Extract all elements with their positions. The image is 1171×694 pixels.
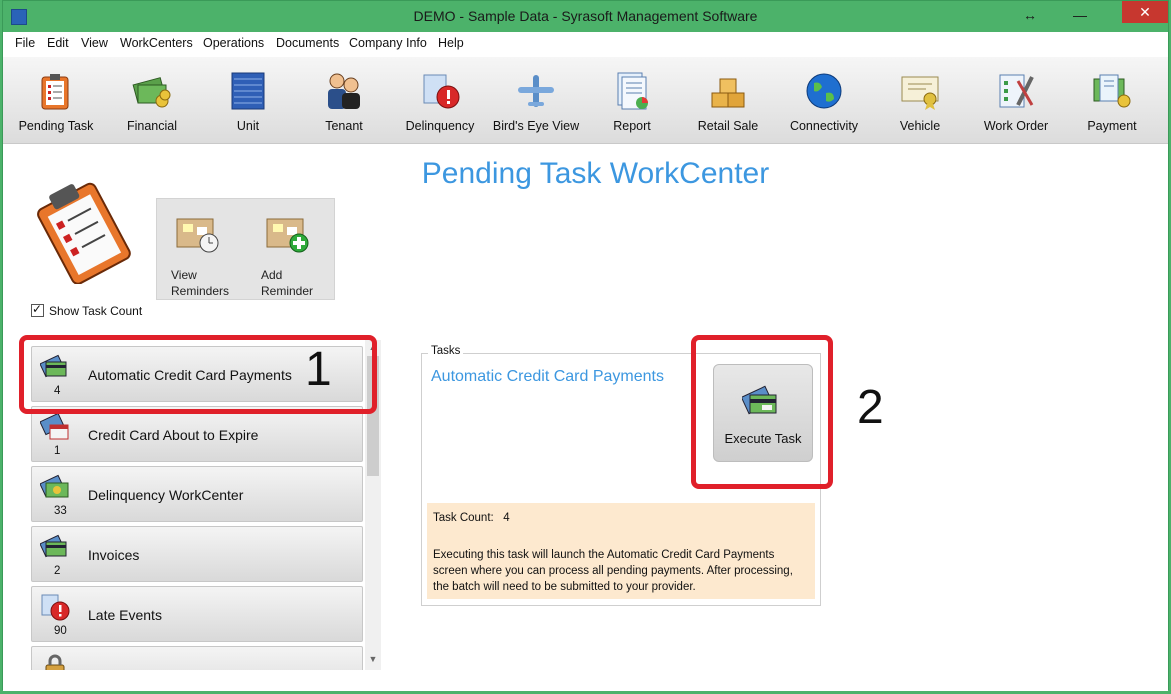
workcenter-toolbar: Pending Task Financial Unit Tenant Delin…: [3, 57, 1168, 144]
workcenter-content: Pending Task WorkCenter View Reminders A…: [3, 144, 1168, 691]
callout-highlight-2: [691, 335, 833, 489]
menu-bar: File Edit View WorkCenters Operations Do…: [3, 32, 1168, 54]
toolbar-pending-task[interactable]: Pending Task: [9, 57, 103, 143]
menu-workcenters[interactable]: WorkCenters: [120, 36, 193, 50]
toolbar-label: Unit: [236, 119, 260, 133]
toolbar-connectivity[interactable]: Connectivity: [777, 57, 871, 143]
restore-button[interactable]: ↔: [1012, 1, 1048, 32]
toolbar-label: Connectivity: [789, 119, 859, 133]
task-label: Invoices: [88, 547, 140, 563]
toolbar-label: Financial: [126, 119, 178, 133]
tasks-group-label: Tasks: [428, 345, 464, 357]
lock-icon: [45, 654, 65, 670]
task-item-late-events[interactable]: Late Events 90: [31, 586, 363, 642]
selected-task-name: Automatic Credit Card Payments: [431, 368, 664, 385]
toolbar-label: Delinquency: [405, 119, 475, 133]
task-item-credit-card-about-to-expire[interactable]: Credit Card About to Expire 1: [31, 406, 363, 462]
task-count: 90: [54, 625, 67, 637]
late-warning-icon: [41, 594, 70, 621]
toolbar-label: Retail Sale: [697, 119, 759, 133]
scroll-down-icon[interactable]: ▼: [365, 654, 381, 664]
money-cards-icon: [40, 474, 69, 498]
plane-icon: [518, 75, 554, 107]
task-info-panel: Task Count: 4 Executing this task will l…: [427, 503, 815, 599]
toolbar-tenant[interactable]: Tenant: [297, 57, 391, 143]
page-title: Pending Task WorkCenter: [421, 157, 770, 190]
toolbar-label: Vehicle: [899, 119, 941, 133]
toolbar-label: Bird's Eye View: [492, 119, 580, 133]
certificate-icon: [901, 76, 939, 110]
toolbar-financial[interactable]: Financial: [105, 57, 199, 143]
menu-company-info[interactable]: Company Info: [349, 36, 427, 50]
toolbar-label: Pending Task: [18, 119, 94, 133]
menu-edit[interactable]: Edit: [47, 36, 69, 50]
tools-icon: [999, 74, 1034, 108]
task-item-delinquency-workcenter[interactable]: Delinquency WorkCenter 33: [31, 466, 363, 522]
task-label: Credit Card About to Expire: [88, 427, 259, 443]
view-reminders-label: View Reminders: [171, 268, 230, 298]
menu-file[interactable]: File: [15, 36, 35, 50]
money-icon: [132, 77, 171, 108]
reminder-add-icon: [266, 218, 309, 253]
reminder-clock-icon: [176, 218, 219, 253]
minimize-button[interactable]: —: [1062, 1, 1098, 32]
toolbar-label: Report: [613, 119, 651, 133]
task-item-partial[interactable]: [31, 646, 363, 670]
toolbar-birds-eye-view[interactable]: Bird's Eye View: [489, 57, 583, 143]
app-window: DEMO - Sample Data - Syrasoft Management…: [2, 0, 1169, 691]
clipboard-icon: [41, 74, 69, 110]
task-item-invoices[interactable]: Invoices 2: [31, 526, 363, 582]
calendar-cards-icon: [40, 413, 69, 440]
view-reminders-button[interactable]: View Reminders: [161, 207, 241, 298]
toolbar-payment[interactable]: Payment: [1065, 57, 1159, 143]
close-button[interactable]: ✕: [1122, 1, 1168, 23]
toolbar-label: Work Order: [983, 119, 1049, 133]
people-icon: [328, 73, 360, 109]
toolbar-delinquency[interactable]: Delinquency: [393, 57, 487, 143]
toolbar-vehicle[interactable]: Vehicle: [873, 57, 967, 143]
payment-icon: [1093, 74, 1131, 108]
menu-operations[interactable]: Operations: [203, 36, 264, 50]
task-count: 2: [54, 565, 61, 577]
task-label: Late Events: [88, 607, 162, 623]
reminders-panel: View Reminders Add Reminder: [156, 198, 335, 300]
menu-help[interactable]: Help: [438, 36, 464, 50]
task-count-text: Task Count: 4: [433, 512, 510, 524]
toolbar-work-order[interactable]: Work Order: [969, 57, 1063, 143]
toolbar-label: Payment: [1087, 119, 1137, 133]
report-icon: [617, 72, 648, 110]
pending-task-clipboard-icon: [37, 182, 131, 284]
storage-door-icon: [231, 72, 265, 110]
toolbar-label: Tenant: [325, 119, 363, 133]
window-title: DEMO - Sample Data - Syrasoft Management…: [413, 8, 758, 24]
callout-number-2: 2: [857, 381, 884, 434]
add-reminder-button[interactable]: Add Reminder: [251, 207, 331, 298]
show-task-count-checkbox[interactable]: Show Task Count: [31, 302, 143, 318]
checkbox-checked[interactable]: [31, 302, 44, 317]
show-task-count-label: Show Task Count: [49, 304, 143, 318]
task-count: 1: [54, 445, 61, 457]
toolbar-unit[interactable]: Unit: [201, 57, 295, 143]
warning-icon: [423, 74, 460, 109]
task-count: 33: [54, 505, 67, 517]
title-bar: DEMO - Sample Data - Syrasoft Management…: [3, 1, 1168, 32]
globe-icon: [806, 73, 842, 109]
menu-view[interactable]: View: [81, 36, 108, 50]
invoice-icon: [40, 534, 67, 558]
callout-number-1: 1: [305, 343, 332, 396]
add-reminder-label: Add Reminder: [261, 268, 314, 298]
task-description: Executing this task will launch the Auto…: [433, 549, 793, 593]
boxes-icon: [711, 78, 745, 108]
menu-documents[interactable]: Documents: [276, 36, 339, 50]
task-label: Delinquency WorkCenter: [88, 487, 244, 503]
toolbar-report[interactable]: Report: [585, 57, 679, 143]
toolbar-retail-sale[interactable]: Retail Sale: [681, 57, 775, 143]
